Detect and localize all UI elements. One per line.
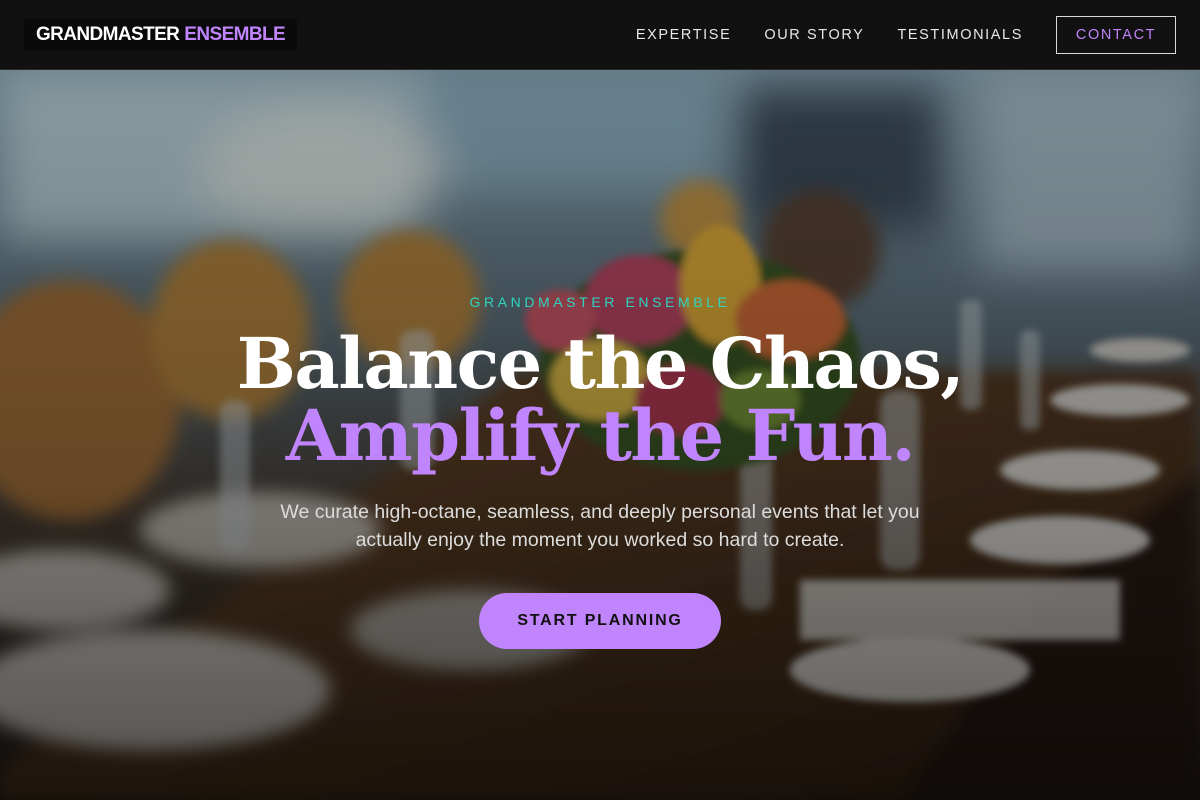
navbar: GRANDMASTER ENSEMBLE EXPERTISE OUR STORY… [0, 0, 1200, 70]
headline-line-1: Balance the Chaos, [236, 322, 965, 405]
brand-logo[interactable]: GRANDMASTER ENSEMBLE [24, 19, 298, 51]
brand-word-ensemble: ENSEMBLE [184, 24, 286, 45]
contact-button[interactable]: CONTACT [1056, 16, 1176, 54]
nav-link-expertise[interactable]: EXPERTISE [636, 27, 732, 43]
nav-links: EXPERTISE OUR STORY TESTIMONIALS CONTACT [603, 0, 1176, 70]
nav-link-testimonials[interactable]: TESTIMONIALS [897, 27, 1023, 43]
brand-word-grandmaster: GRANDMASTER [36, 24, 180, 45]
nav-link-our-story[interactable]: OUR STORY [764, 27, 864, 43]
hero-content: GRANDMASTER ENSEMBLE Balance the Chaos, … [0, 70, 1200, 800]
headline-line-2: Amplify the Fun. [285, 394, 916, 477]
start-planning-button[interactable]: START PLANNING [479, 593, 721, 649]
hero-eyebrow: GRANDMASTER ENSEMBLE [469, 294, 731, 310]
hero-subtitle: We curate high-octane, seamless, and dee… [280, 501, 920, 551]
hero-headline: Balance the Chaos, Amplify the Fun. [0, 328, 1200, 472]
